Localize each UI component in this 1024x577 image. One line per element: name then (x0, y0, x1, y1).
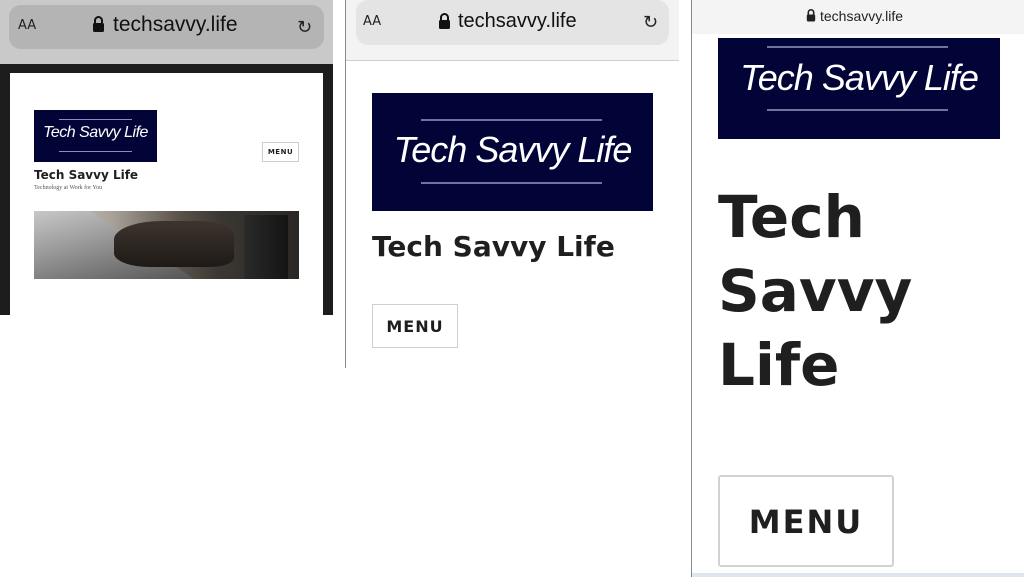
reload-icon[interactable]: ↻ (297, 17, 312, 38)
browser-chrome: AA techsavvy.life ↻ (346, 0, 679, 61)
divider (692, 573, 1024, 577)
lock-icon (439, 13, 450, 29)
text-size-button[interactable]: AA (18, 18, 36, 33)
page-content: Tech Savvy Life MENU Tech Savvy Life Tec… (10, 73, 323, 315)
screenshot-panel-large: techsavvy.life Tech Savvy Life Tech Savv… (691, 0, 1024, 577)
menu-button[interactable]: MENU (372, 304, 458, 348)
lock-icon (93, 16, 104, 32)
hand-shape (114, 221, 234, 267)
screenshot-panel-small: AA techsavvy.life ↻ Tech Savvy Life MENU… (0, 0, 333, 315)
site-title[interactable]: Tech Savvy Life (372, 230, 615, 263)
site-logo[interactable]: Tech Savvy Life (34, 110, 157, 162)
url-text: techsavvy.life (113, 13, 238, 36)
url-text: techsavvy.life (458, 10, 577, 32)
lock-icon (806, 9, 816, 22)
logo-text: Tech Savvy Life (43, 124, 148, 141)
hero-image (34, 211, 299, 279)
site-logo[interactable]: Tech Savvy Life (718, 38, 1000, 139)
reload-icon[interactable]: ↻ (643, 12, 658, 33)
site-tagline: Technology at Work for You (34, 185, 103, 191)
logo-rule-top (59, 119, 132, 120)
logo-rule-top (421, 119, 602, 121)
logo-rule-bottom (767, 109, 948, 111)
logo-rule-bottom (59, 151, 132, 152)
browser-chrome: techsavvy.life (692, 0, 1024, 34)
screenshot-panel-medium: AA techsavvy.life ↻ Tech Savvy Life Tech… (345, 0, 679, 368)
logo-text: Tech Savvy Life (740, 57, 979, 98)
cup-shape (244, 215, 288, 279)
logo-rule-bottom (421, 182, 602, 184)
browser-chrome: AA techsavvy.life ↻ (0, 0, 333, 64)
logo-text: Tech Savvy Life (393, 129, 633, 170)
site-logo[interactable]: Tech Savvy Life (372, 93, 653, 211)
logo-rule-top (767, 46, 948, 48)
site-title[interactable]: Tech Savvy Life (34, 168, 138, 182)
menu-button[interactable]: MENU (262, 142, 299, 162)
url-text: techsavvy.life (820, 8, 903, 24)
site-title[interactable]: Tech Savvy Life (718, 180, 958, 402)
menu-button[interactable]: MENU (718, 475, 894, 567)
text-size-button[interactable]: AA (363, 14, 381, 29)
